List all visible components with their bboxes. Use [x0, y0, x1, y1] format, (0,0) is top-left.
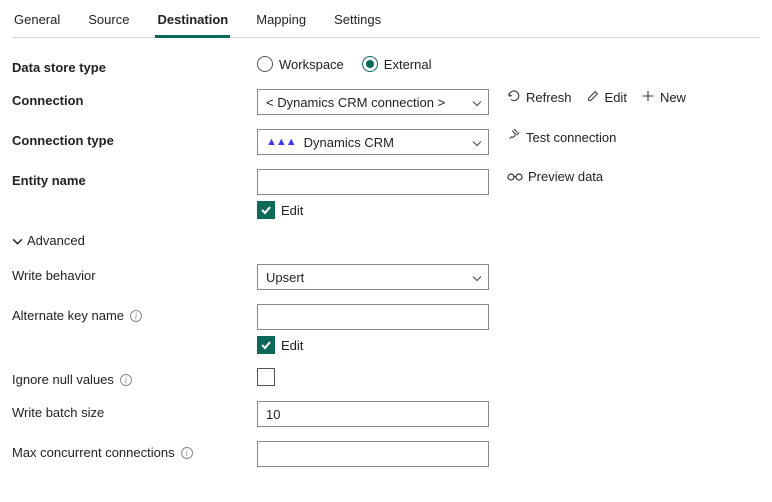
radio-circle-icon — [257, 56, 273, 72]
data-store-type-workspace-radio[interactable]: Workspace — [257, 56, 344, 72]
radio-label: External — [384, 57, 432, 72]
edit-button[interactable]: Edit — [586, 89, 627, 106]
alternate-key-edit-checkbox[interactable] — [257, 336, 275, 354]
pencil-icon — [586, 89, 600, 106]
advanced-toggle[interactable]: Advanced — [12, 233, 760, 248]
test-connection-label: Test connection — [526, 130, 616, 145]
ignore-null-values-label: Ignore null values i — [12, 368, 257, 387]
new-label: New — [660, 90, 686, 105]
chevron-down-icon — [12, 233, 23, 248]
write-batch-size-value: 10 — [266, 407, 280, 422]
info-icon[interactable]: i — [120, 374, 132, 386]
connection-select[interactable]: < Dynamics CRM connection > — [257, 89, 489, 115]
data-store-type-label: Data store type — [12, 56, 257, 75]
radio-label: Workspace — [279, 57, 344, 72]
write-batch-size-input[interactable]: 10 — [257, 401, 489, 427]
tab-source[interactable]: Source — [86, 8, 131, 38]
info-icon[interactable]: i — [181, 447, 193, 459]
entity-name-edit-checkbox[interactable] — [257, 201, 275, 219]
new-button[interactable]: New — [641, 89, 686, 106]
write-batch-size-label: Write batch size — [12, 401, 257, 420]
alternate-key-name-input[interactable] — [257, 304, 489, 330]
connection-value: < Dynamics CRM connection > — [266, 95, 445, 110]
alternate-key-name-label: Alternate key name i — [12, 304, 257, 323]
radio-circle-icon — [362, 56, 378, 72]
info-icon[interactable]: i — [130, 310, 142, 322]
tab-mapping[interactable]: Mapping — [254, 8, 308, 38]
chevron-down-icon — [472, 270, 482, 285]
write-behavior-value: Upsert — [266, 270, 304, 285]
connection-type-value: Dynamics CRM — [304, 135, 394, 150]
plug-icon — [507, 129, 521, 146]
preview-data-label: Preview data — [528, 169, 603, 184]
entity-name-label: Entity name — [12, 169, 257, 188]
connection-type-label: Connection type — [12, 129, 257, 148]
advanced-label: Advanced — [27, 233, 85, 248]
refresh-button[interactable]: Refresh — [507, 89, 572, 106]
edit-label: Edit — [605, 90, 627, 105]
chevron-down-icon — [472, 135, 482, 150]
tab-settings[interactable]: Settings — [332, 8, 383, 38]
check-icon — [260, 204, 272, 216]
connection-label: Connection — [12, 89, 257, 108]
test-connection-button[interactable]: Test connection — [507, 129, 616, 146]
write-behavior-select[interactable]: Upsert — [257, 264, 489, 290]
connection-type-select[interactable]: ▲▲▲ Dynamics CRM — [257, 129, 489, 155]
ignore-null-values-checkbox[interactable] — [257, 368, 275, 386]
glasses-icon — [507, 169, 523, 184]
write-behavior-label: Write behavior — [12, 264, 257, 283]
data-store-type-external-radio[interactable]: External — [362, 56, 432, 72]
max-concurrent-connections-input[interactable] — [257, 441, 489, 467]
preview-data-button[interactable]: Preview data — [507, 169, 603, 184]
entity-name-edit-label: Edit — [281, 203, 303, 218]
plus-icon — [641, 89, 655, 106]
alternate-key-edit-label: Edit — [281, 338, 303, 353]
max-concurrent-connections-label: Max concurrent connections i — [12, 441, 257, 460]
entity-name-input[interactable] — [257, 169, 489, 195]
tab-destination[interactable]: Destination — [155, 8, 230, 38]
refresh-label: Refresh — [526, 90, 572, 105]
tab-bar: General Source Destination Mapping Setti… — [12, 8, 760, 38]
dynamics-crm-icon: ▲▲▲ — [266, 136, 296, 148]
tab-general[interactable]: General — [12, 8, 62, 38]
check-icon — [260, 339, 272, 351]
chevron-down-icon — [472, 95, 482, 110]
refresh-icon — [507, 89, 521, 106]
